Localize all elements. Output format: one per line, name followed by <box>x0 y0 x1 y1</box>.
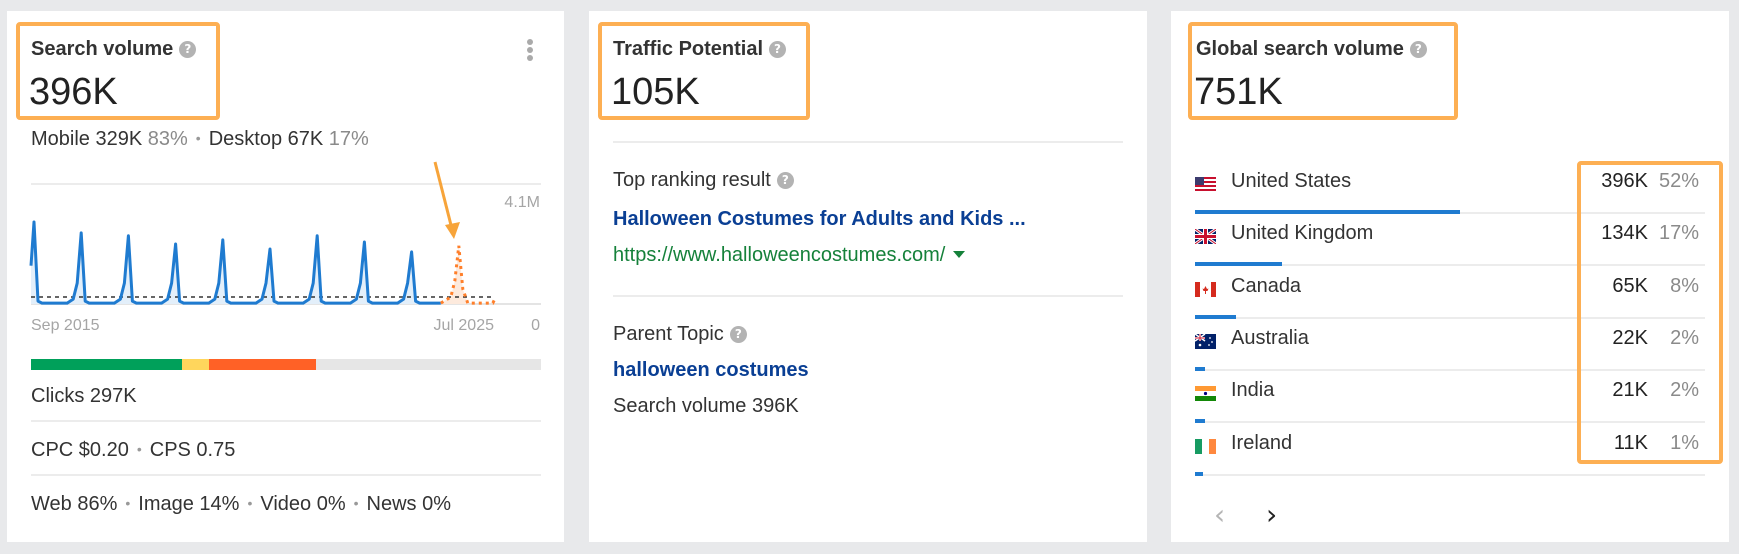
country-name[interactable]: United Kingdom <box>1231 222 1373 245</box>
global-volume-title: Global search volume? <box>1196 38 1427 61</box>
annotation-arrow-icon <box>433 161 460 239</box>
divider <box>613 141 1123 143</box>
country-row-gb[interactable]: United Kingdom 134K 17% <box>1194 214 1705 267</box>
parent-topic-label: Parent Topic? <box>613 323 747 346</box>
clicks-segment-no-click <box>208 359 316 370</box>
flag-au-icon <box>1194 333 1216 349</box>
serp-news: News 0% <box>366 493 451 515</box>
top-ranking-label-text: Top ranking result <box>613 169 771 191</box>
clicks-segment-organic <box>31 359 183 370</box>
x-end-label: Jul 2025 <box>434 317 495 334</box>
country-pct: 2% <box>1670 379 1699 402</box>
separator-dot: • <box>353 495 359 511</box>
serp-video: Video 0% <box>260 493 346 515</box>
top-result-url[interactable]: https://www.halloweencostumes.com/ <box>613 244 945 266</box>
x-start-label: Sep 2015 <box>31 317 100 334</box>
global-volume-title-text: Global search volume <box>1196 38 1404 60</box>
serp-image: Image 14% <box>138 493 240 515</box>
divider <box>31 474 541 476</box>
global-volume-card: Global search volume? 751K United States… <box>1171 11 1729 542</box>
flag-ca-icon <box>1195 281 1216 297</box>
country-share-bar <box>1195 471 1203 476</box>
separator-dot: • <box>136 441 142 457</box>
country-name[interactable]: Australia <box>1231 327 1309 350</box>
country-volume: 134K <box>1601 222 1648 245</box>
clicks-distribution-bar <box>31 359 541 370</box>
flag-us-icon <box>1195 177 1216 192</box>
country-name[interactable]: United States <box>1231 170 1351 193</box>
help-icon[interactable]: ? <box>769 41 787 58</box>
country-row-ie[interactable]: Ireland 11K 1% <box>1195 424 1705 476</box>
help-icon[interactable]: ? <box>729 326 747 343</box>
help-icon[interactable]: ? <box>1409 41 1427 58</box>
country-share-track <box>1195 473 1705 476</box>
cpc-cps: CPC $0.20 • CPS 0.75 <box>31 439 235 462</box>
country-name[interactable]: India <box>1231 379 1274 402</box>
country-pct: 1% <box>1670 431 1699 454</box>
country-volume: 396K <box>1601 170 1648 192</box>
serp-web: Web 86% <box>31 493 118 515</box>
separator-dot: • <box>247 495 253 511</box>
country-name[interactable]: Ireland <box>1231 432 1292 455</box>
separator-dot: • <box>125 495 131 511</box>
top-result-url-link[interactable]: https://www.halloweencostumes.com/ <box>613 244 966 267</box>
top-ranking-label: Top ranking result? <box>613 169 794 192</box>
country-name[interactable]: Canada <box>1231 275 1301 298</box>
country-volume: 21K <box>1612 379 1648 402</box>
top-result-title-link[interactable]: Halloween Costumes for Adults and Kids .… <box>613 208 1026 231</box>
country-row-in[interactable]: India 21K 2% <box>1195 371 1705 424</box>
flag-gb-icon <box>1194 228 1217 246</box>
country-row-au[interactable]: Australia 22K 2% <box>1194 319 1705 371</box>
country-volume: 11K <box>1613 431 1648 454</box>
search-volume-card: Search volume? 396K Mobile 329K 83% • Desk… <box>7 11 564 542</box>
history-line <box>29 220 441 305</box>
parent-topic-link[interactable]: halloween costumes <box>613 359 809 382</box>
parent-topic-volume: Search volume 396K <box>613 395 799 417</box>
forecast-line <box>440 245 497 305</box>
chevron-right-icon[interactable]: › <box>1266 501 1277 529</box>
serp-types: Web 86% • Image 14% • Video 0% • News 0% <box>31 493 451 516</box>
country-pct: 8% <box>1670 274 1699 297</box>
country-volume: 22K <box>1612 326 1648 349</box>
chevron-left-icon[interactable]: ‹ <box>1214 501 1225 529</box>
y-min-label: 0 <box>531 317 540 334</box>
country-pct: 52% <box>1658 170 1699 192</box>
help-icon[interactable]: ? <box>776 172 794 189</box>
traffic-potential-card: Traffic Potential? 105K Top ranking resu… <box>589 11 1147 542</box>
country-volume: 65K <box>1612 274 1648 297</box>
history-area <box>31 222 441 304</box>
country-pct: 2% <box>1670 326 1699 349</box>
cpc-value: CPC $0.20 <box>31 439 129 461</box>
traffic-potential-value: 105K <box>611 71 700 113</box>
country-row-ca[interactable]: Canada 65K 8% <box>1195 267 1705 319</box>
clicks-value: Clicks 297K <box>31 385 137 407</box>
volume-trend-chart: 4.1M 0 Sep 2015 Jul 2025 <box>29 161 541 334</box>
global-volume-value: 751K <box>1194 71 1283 113</box>
parent-topic-label-text: Parent Topic <box>613 323 724 345</box>
divider <box>31 420 541 422</box>
country-pct: 17% <box>1658 222 1699 245</box>
y-max-label: 4.1M <box>504 194 540 211</box>
flag-ie-icon <box>1195 438 1216 454</box>
cps-value: CPS 0.75 <box>149 439 236 461</box>
divider <box>613 295 1123 297</box>
caret-down-icon[interactable] <box>953 251 966 258</box>
traffic-potential-title: Traffic Potential? <box>613 38 787 61</box>
clicks-segment-paid <box>182 359 209 370</box>
flag-in-icon <box>1195 386 1216 402</box>
traffic-potential-title-text: Traffic Potential <box>613 38 764 60</box>
country-row-us[interactable]: United States 396K 52% <box>1195 162 1705 214</box>
